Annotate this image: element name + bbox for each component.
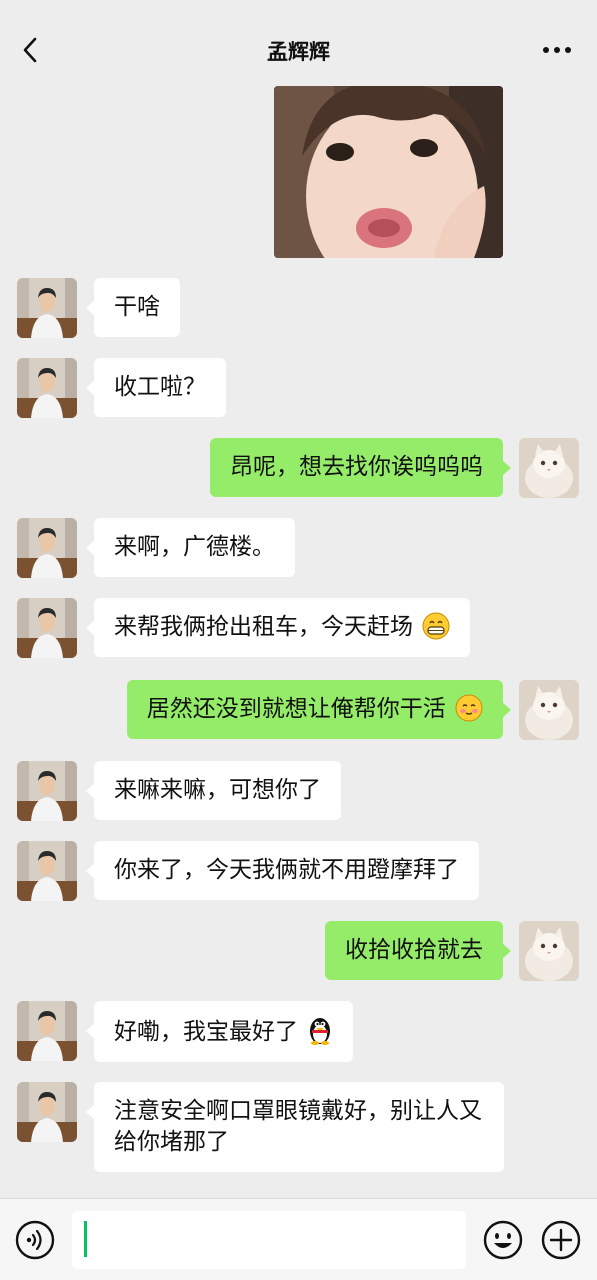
incoming-message[interactable]: 收工啦？	[86, 358, 226, 417]
contact-avatar[interactable]	[17, 278, 77, 338]
contact-avatar[interactable]	[17, 1082, 77, 1142]
penguin-emoji	[310, 1018, 331, 1045]
voice-button[interactable]	[14, 1219, 56, 1261]
incoming-message[interactable]: 来嘛来嘛，可想你了	[86, 761, 341, 820]
message-text: 来啊，广德楼。	[114, 534, 275, 560]
contact-avatar[interactable]	[17, 598, 77, 658]
my-avatar[interactable]	[519, 921, 579, 981]
message-text: 干啥	[114, 294, 160, 320]
blush-emoji	[455, 694, 483, 722]
contact-avatar[interactable]	[17, 358, 77, 418]
message-text: 昂呢，想去找你诶呜呜呜	[230, 454, 483, 480]
message-text: 注意安全啊口罩眼镜戴好，别让人又给你堵那了	[114, 1098, 482, 1155]
chat-header: 孟辉辉	[0, 0, 597, 100]
more-dots-icon	[543, 47, 571, 53]
emoji-button[interactable]	[482, 1219, 524, 1261]
incoming-message[interactable]: 注意安全啊口罩眼镜戴好，别让人又给你堵那了	[86, 1082, 504, 1172]
text-cursor	[84, 1221, 87, 1257]
incoming-message[interactable]: 干啥	[86, 278, 180, 337]
emoji-icon	[483, 1220, 523, 1260]
plus-button[interactable]	[540, 1219, 582, 1261]
my-avatar[interactable]	[519, 438, 579, 498]
message-text: 来嘛来嘛，可想你了	[114, 777, 321, 803]
contact-avatar[interactable]	[17, 761, 77, 821]
incoming-message[interactable]: 好嘞，我宝最好了	[85, 1001, 354, 1062]
outgoing-message[interactable]: 收拾收拾就去	[325, 921, 511, 980]
message-image[interactable]	[274, 86, 503, 258]
outgoing-message[interactable]: 昂呢，想去找你诶呜呜呜	[210, 438, 511, 497]
input-bar	[0, 1198, 597, 1280]
message-text: 收工啦？	[114, 374, 206, 400]
my-avatar[interactable]	[519, 680, 579, 740]
incoming-message[interactable]: 你来了，今天我俩就不用蹬摩拜了	[86, 841, 479, 900]
contact-avatar[interactable]	[17, 518, 77, 578]
voice-icon	[15, 1220, 55, 1260]
incoming-message[interactable]: 来帮我俩抢出租车，今天赶场	[85, 598, 471, 657]
message-text: 来帮我俩抢出租车，今天赶场	[114, 614, 413, 640]
message-input[interactable]	[72, 1211, 466, 1269]
contact-avatar[interactable]	[17, 841, 77, 901]
message-text: 好嘞，我宝最好了	[114, 1019, 298, 1045]
grin-emoji	[422, 612, 450, 640]
contact-avatar[interactable]	[17, 1001, 77, 1061]
message-text: 居然还没到就想让俺帮你干活	[146, 696, 446, 722]
outgoing-message[interactable]: 居然还没到就想让俺帮你干活	[126, 680, 512, 739]
incoming-message[interactable]: 来啊，广德楼。	[86, 518, 295, 577]
plus-icon	[541, 1220, 581, 1260]
more-button[interactable]	[539, 38, 575, 62]
message-text: 你来了，今天我俩就不用蹬摩拜了	[114, 857, 459, 883]
chat-title: 孟辉辉	[267, 40, 330, 64]
message-text: 收拾收拾就去	[345, 937, 483, 963]
child-photo	[274, 86, 503, 258]
